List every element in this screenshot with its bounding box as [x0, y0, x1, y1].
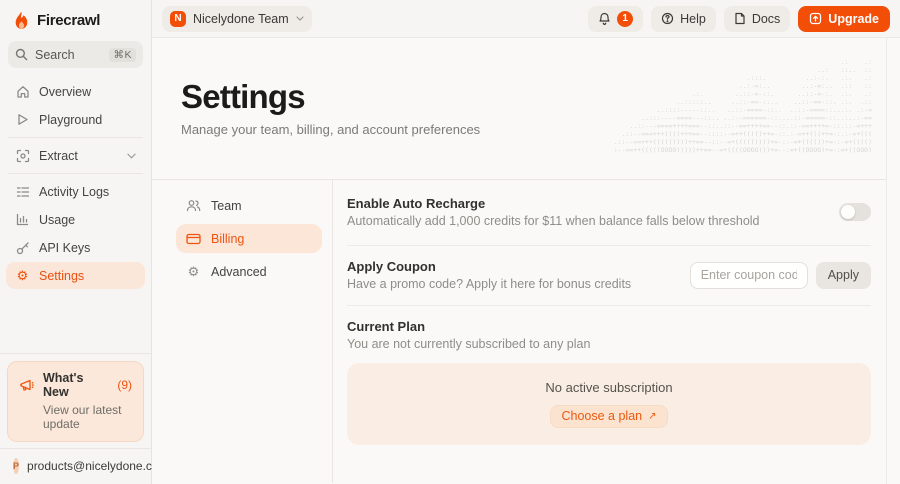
- apply-coupon-button[interactable]: Apply: [815, 261, 871, 289]
- topbar-actions: 1 Help Docs Upgrade: [588, 5, 890, 32]
- tab-label: Advanced: [211, 264, 267, 279]
- main-area: N Nicelydone Team 1 Help Docs Upgrade .:…: [152, 0, 900, 484]
- sidebar-item-overview[interactable]: Overview: [6, 78, 145, 105]
- billing-settings: Enable Auto Recharge Automatically add 1…: [333, 180, 886, 483]
- notifications-button[interactable]: 1: [588, 5, 644, 32]
- team-badge: N: [170, 10, 186, 27]
- chevron-down-icon: [127, 153, 136, 159]
- whats-new-card[interactable]: What's New (9) View our latest update: [7, 361, 144, 442]
- current-plan-title: Current Plan: [347, 319, 426, 334]
- account-email: products@nicelydone.club: [27, 459, 168, 473]
- settings-panel: Team Billing ⚙ Advanced Enable Auto Rech…: [152, 179, 886, 483]
- settings-page: .: .: ..: ::.. :: .:::. ..:-:. .:. .: ..…: [152, 38, 887, 484]
- gear-icon: ⚙: [16, 268, 29, 283]
- sidebar-item-label: Playground: [39, 112, 103, 127]
- sidebar-item-api-keys[interactable]: API Keys: [6, 234, 145, 261]
- choose-plan-label: Choose a plan: [561, 409, 643, 423]
- sidebar-item-settings[interactable]: ⚙ Settings: [6, 262, 145, 289]
- docs-button[interactable]: Docs: [723, 5, 791, 32]
- team-switcher[interactable]: N Nicelydone Team: [162, 5, 312, 32]
- sidebar-divider: [8, 173, 143, 174]
- sidebar-bottom: What's New (9) View our latest update P …: [0, 353, 168, 484]
- coupon-title: Apply Coupon: [347, 259, 436, 274]
- no-subscription-text: No active subscription: [545, 380, 673, 395]
- help-icon: [661, 12, 674, 25]
- whats-new-title: What's New: [43, 371, 84, 399]
- app-window: Firecrawl Search ⌘K Overview Playground: [0, 0, 900, 484]
- chevron-down-icon: [296, 16, 304, 21]
- megaphone-icon: [19, 378, 35, 393]
- sidebar-item-label: API Keys: [39, 240, 91, 255]
- sidebar-nav: Overview Playground Extract Activity Log…: [0, 74, 151, 290]
- key-icon: [15, 241, 30, 255]
- choose-plan-link[interactable]: Choose a plan ↗: [550, 405, 668, 428]
- apply-coupon-row: Apply Coupon Have a promo code? Apply it…: [347, 246, 871, 305]
- sidebar-divider: [0, 353, 151, 354]
- upgrade-icon: [809, 12, 822, 25]
- flame-icon: [13, 11, 30, 30]
- bar-chart-icon: [15, 213, 30, 226]
- help-label: Help: [680, 11, 706, 26]
- search-input[interactable]: Search ⌘K: [8, 41, 143, 68]
- auto-recharge-description: Automatically add 1,000 credits for $11 …: [347, 214, 760, 228]
- credit-card-icon: [186, 233, 201, 245]
- account-menu[interactable]: P products@nicelydone.club: [0, 449, 168, 484]
- sidebar-item-activity-logs[interactable]: Activity Logs: [6, 178, 145, 205]
- home-icon: [15, 85, 30, 99]
- brand-name: Firecrawl: [37, 12, 101, 29]
- topbar: N Nicelydone Team 1 Help Docs Upgrade: [152, 0, 900, 38]
- search-icon: [15, 48, 28, 61]
- search-label: Search: [35, 47, 75, 62]
- tab-billing[interactable]: Billing: [176, 224, 322, 253]
- sidebar-item-label: Overview: [39, 84, 92, 99]
- external-link-icon: ↗: [648, 410, 657, 422]
- sidebar-item-extract[interactable]: Extract: [6, 142, 145, 169]
- sidebar-item-label: Usage: [39, 212, 76, 227]
- help-button[interactable]: Help: [651, 5, 716, 32]
- settings-nav: Team Billing ⚙ Advanced: [152, 180, 333, 483]
- team-name: Nicelydone Team: [193, 11, 289, 26]
- search-shortcut: ⌘K: [109, 47, 136, 62]
- sidebar-item-label: Settings: [39, 268, 85, 283]
- sidebar-item-usage[interactable]: Usage: [6, 206, 145, 233]
- list-icon: [15, 186, 30, 198]
- sidebar: Firecrawl Search ⌘K Overview Playground: [0, 0, 168, 484]
- avatar: P: [13, 458, 20, 474]
- gear-icon: ⚙: [187, 264, 200, 279]
- document-icon: [734, 12, 746, 25]
- brand-logo[interactable]: Firecrawl: [0, 0, 151, 38]
- auto-recharge-title: Enable Auto Recharge: [347, 196, 486, 211]
- toggle-knob: [841, 205, 855, 219]
- sidebar-item-label: Activity Logs: [39, 184, 110, 199]
- sidebar-item-playground[interactable]: Playground: [6, 106, 145, 133]
- coupon-code-input[interactable]: [689, 261, 808, 289]
- whats-new-subtitle: View our latest update: [43, 403, 122, 431]
- team-icon: [186, 199, 201, 212]
- current-plan-description: You are not currently subscribed to any …: [347, 337, 591, 351]
- auto-recharge-row: Enable Auto Recharge Automatically add 1…: [347, 196, 871, 245]
- docs-label: Docs: [751, 11, 781, 26]
- tab-team[interactable]: Team: [176, 191, 322, 220]
- tab-label: Billing: [211, 231, 245, 246]
- page-title: Settings: [181, 78, 306, 115]
- auto-recharge-toggle[interactable]: [839, 203, 871, 221]
- tab-label: Team: [211, 198, 242, 213]
- upgrade-label: Upgrade: [828, 11, 879, 26]
- whats-new-count: (9): [117, 378, 132, 392]
- notification-count-badge: 1: [617, 10, 634, 27]
- bell-icon: [598, 12, 611, 26]
- page-subtitle: Manage your team, billing, and account p…: [181, 122, 481, 137]
- tab-advanced[interactable]: ⚙ Advanced: [176, 257, 322, 286]
- page-header: Settings Manage your team, billing, and …: [152, 38, 886, 179]
- upgrade-button[interactable]: Upgrade: [798, 5, 890, 32]
- no-subscription-card: No active subscription Choose a plan ↗: [347, 363, 871, 445]
- current-plan-row: Current Plan You are not currently subsc…: [347, 306, 871, 363]
- scan-icon: [15, 149, 30, 163]
- sidebar-item-label: Extract: [39, 148, 78, 163]
- sidebar-divider: [8, 137, 143, 138]
- coupon-description: Have a promo code? Apply it here for bon…: [347, 277, 632, 291]
- play-icon: [15, 113, 30, 126]
